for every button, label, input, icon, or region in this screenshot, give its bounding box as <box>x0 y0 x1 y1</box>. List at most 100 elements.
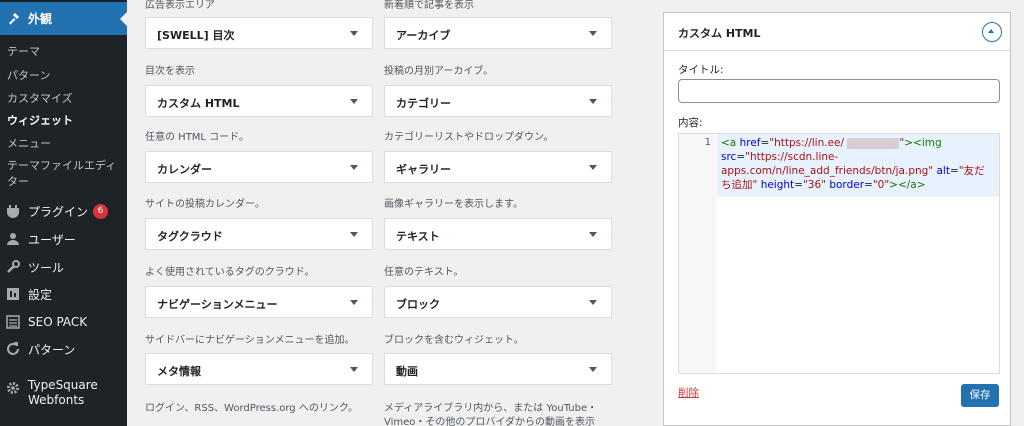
widget-title: 動画 <box>396 365 418 378</box>
line-number: 1 <box>704 137 711 148</box>
sidebar-section-label: 外観 <box>28 12 53 26</box>
wrench-icon <box>5 259 21 275</box>
code-string: apps.com/n/line_add_friends/btn/ja.png" <box>721 165 934 177</box>
widget-description: 投稿の月別アーカイブ。 <box>384 66 494 77</box>
collapse-toggle-icon[interactable] <box>982 22 1002 42</box>
widget-description: 広告表示エリア <box>145 0 215 11</box>
sidebar-item-label: 設定 <box>28 287 53 302</box>
update-count-badge: 6 <box>93 203 109 219</box>
code-eq: = <box>864 179 873 191</box>
sidebar-sub-patterns[interactable]: パターン <box>7 67 50 83</box>
widget-title: カスタム HTML <box>157 97 240 110</box>
code-attr: alt <box>936 165 950 177</box>
chevron-down-icon[interactable] <box>350 367 358 372</box>
chevron-down-icon[interactable] <box>350 165 358 170</box>
widget-description: よく使用されているタグのクラウド。 <box>145 267 315 278</box>
sidebar-item-patterns[interactable]: パターン <box>5 339 75 359</box>
widget-panel-title: カスタム HTML <box>678 27 761 40</box>
redacted-id <box>847 137 900 149</box>
brush-icon <box>9 13 19 25</box>
settings-icon <box>5 286 21 302</box>
chevron-down-icon[interactable] <box>589 232 597 237</box>
title-label: タイトル: <box>678 64 724 76</box>
widget-description: サイドバーにナビゲーションメニューを追加。 <box>145 335 355 346</box>
widget-swell-toc[interactable]: [SWELL] 目次 <box>145 17 373 49</box>
chevron-down-icon[interactable] <box>589 367 597 372</box>
widget-calendar[interactable]: カレンダー <box>145 151 373 183</box>
save-button[interactable]: 保存 <box>961 384 999 407</box>
widget-title: アーカイブ <box>396 29 451 42</box>
plugin-icon <box>5 203 21 219</box>
widget-description: Vimeo・その他のプロバイダからの動画を表示 <box>384 417 596 426</box>
sidebar-item-appearance[interactable]: 外観 <box>0 2 127 35</box>
chevron-down-icon[interactable] <box>350 232 358 237</box>
code-eq: = <box>794 179 803 191</box>
widget-block[interactable]: ブロック <box>384 286 612 318</box>
code-tag: <a <box>721 137 740 149</box>
widget-description: 目次を表示 <box>145 66 195 77</box>
html-code-editor[interactable]: 1 <a href="https://lin.ee/ "><img src="ht… <box>678 133 1000 374</box>
widget-title: ギャラリー <box>396 163 451 176</box>
sidebar-sub-theme[interactable]: テーマ <box>7 43 40 59</box>
sidebar-item-seo-pack[interactable]: SEO PACK <box>5 312 87 332</box>
sidebar-item-tools[interactable]: ツール <box>5 257 64 277</box>
code-tag: ></a> <box>889 179 926 191</box>
widget-tag-cloud[interactable]: タグクラウド <box>145 218 373 250</box>
sidebar-item-label: ユーザー <box>28 232 76 247</box>
sidebar-item-users[interactable]: ユーザー <box>5 229 76 249</box>
widget-title: ナビゲーションメニュー <box>157 298 278 311</box>
widget-title: タグクラウド <box>157 230 223 243</box>
widget-categories[interactable]: カテゴリー <box>384 85 612 117</box>
widget-description: 任意のテキスト。 <box>384 267 464 278</box>
widget-custom-html[interactable]: カスタム HTML <box>145 85 373 117</box>
code-text[interactable]: <a href="https://lin.ee/ "><img src="http… <box>721 136 997 192</box>
code-string: "https://scdn.line- <box>745 151 839 163</box>
gear-icon <box>5 380 21 396</box>
user-icon <box>5 231 21 247</box>
code-eq: = <box>949 165 959 177</box>
chevron-down-icon[interactable] <box>589 300 597 305</box>
sidebar-item-label: プラグイン <box>28 204 89 219</box>
chevron-down-icon[interactable] <box>350 99 358 104</box>
sidebar-sub-widgets[interactable]: ウィジェット <box>7 112 73 128</box>
code-attr: href <box>739 137 761 149</box>
widget-title: カテゴリー <box>396 97 451 110</box>
line-number-gutter: 1 <box>679 134 716 373</box>
code-string: "友だ <box>958 165 985 177</box>
sidebar-item-plugins[interactable]: プラグイン 6 <box>5 201 109 221</box>
widget-text[interactable]: テキスト <box>384 218 612 250</box>
widget-video[interactable]: 動画 <box>384 353 612 385</box>
sidebar-item-label-line1: TypeSquare <box>28 378 98 392</box>
widget-archives[interactable]: アーカイブ <box>384 17 612 49</box>
title-input[interactable] <box>678 79 1000 103</box>
code-eq: = <box>760 137 770 149</box>
chevron-down-icon[interactable] <box>350 300 358 305</box>
widget-panel-header[interactable]: カスタム HTML <box>664 13 1010 51</box>
current-caret <box>120 12 127 26</box>
sidebar-item-settings[interactable]: 設定 <box>5 284 52 304</box>
widget-gallery[interactable]: ギャラリー <box>384 151 612 183</box>
code-attr: src <box>721 151 737 163</box>
delete-link[interactable]: 削除 <box>678 385 699 400</box>
widget-description: ブロックを含むウィジェット。 <box>384 335 524 346</box>
sidebar-sub-customize[interactable]: カスタマイズ <box>7 90 73 106</box>
code-string: "https://lin.ee/ <box>769 137 845 149</box>
sidebar-sub-theme-editor-cont[interactable]: ター <box>7 173 29 189</box>
widget-description: カテゴリーリストやドロップダウン。 <box>384 132 554 143</box>
sidebar-sub-menus[interactable]: メニュー <box>7 135 51 151</box>
chevron-down-icon[interactable] <box>589 165 597 170</box>
code-attr: height <box>760 179 795 191</box>
widget-title: [SWELL] 目次 <box>157 29 235 42</box>
sidebar-sub-theme-editor[interactable]: テーマファイルエディ <box>7 157 116 173</box>
widget-meta[interactable]: メタ情報 <box>145 353 373 385</box>
chevron-down-icon[interactable] <box>589 31 597 36</box>
sidebar-item-label: SEO PACK <box>28 315 88 329</box>
sidebar-item-typesquare[interactable]: TypeSquare Webfonts <box>5 378 98 412</box>
custom-html-widget-panel: カスタム HTML タイトル: 内容: 1 <a href="https://l… <box>663 12 1011 426</box>
content-label: 内容: <box>678 117 703 129</box>
panel-gap <box>645 0 663 426</box>
chevron-down-icon[interactable] <box>350 31 358 36</box>
widget-description: 任意の HTML コード。 <box>145 132 249 143</box>
chevron-down-icon[interactable] <box>589 99 597 104</box>
widget-navigation-menu[interactable]: ナビゲーションメニュー <box>145 286 373 318</box>
